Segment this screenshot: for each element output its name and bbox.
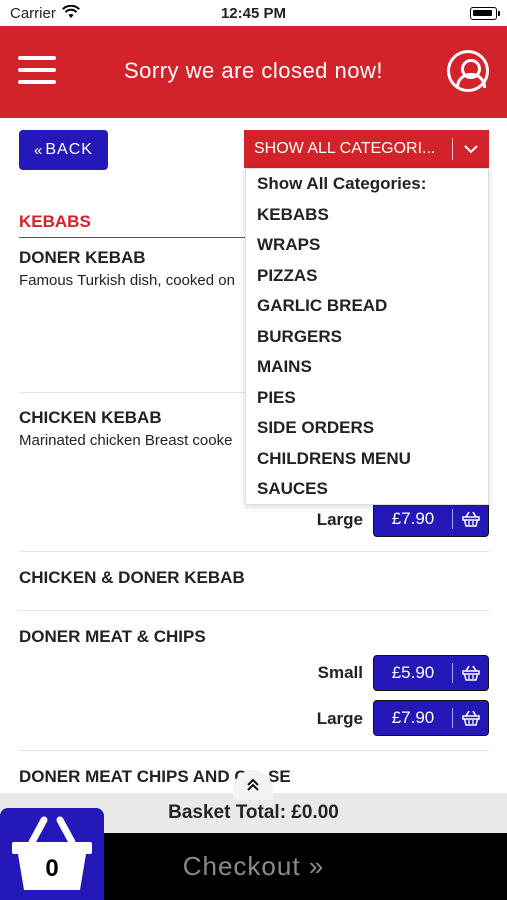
back-button[interactable]: « BACK [19,130,108,170]
menu-item-name[interactable]: CHICKEN & DONER KEBAB [19,568,245,588]
size-label: Large [316,709,363,728]
category-option[interactable]: GARLIC BREAD [246,291,488,322]
size-label: Large [316,510,363,529]
account-icon[interactable] [447,50,489,92]
category-option[interactable]: Show All Categories: [246,169,488,200]
item-divider [19,750,489,751]
menu-item-name[interactable]: DONER MEAT & CHIPS [19,627,206,647]
status-bar: Carrier 12:45 PM [0,0,507,26]
menu-item-name[interactable]: DONER MEAT CHIPS AND C [19,767,247,787]
basket-icon [453,710,488,726]
basket-icon [12,816,92,890]
category-option[interactable]: PIZZAS [246,261,488,292]
add-to-basket-button[interactable]: £7.90 [373,700,489,736]
add-to-basket-button[interactable]: £5.90 [373,655,489,691]
menu-item-name[interactable]: CHICKEN KEBAB [19,408,162,428]
section-divider [19,237,247,238]
category-select[interactable]: SHOW ALL CATEGORI... [244,130,489,168]
category-option[interactable]: SAUCES [246,474,488,505]
category-option[interactable]: CHILDRENS MENU [246,444,488,475]
category-option[interactable]: SIDE ORDERS [246,413,488,444]
header-title: Sorry we are closed now! [124,58,383,83]
clock: 12:45 PM [220,5,287,22]
chevron-down-icon [453,141,489,157]
category-option[interactable]: PIES [246,383,488,414]
price-label: £7.90 [391,708,435,727]
size-label: Small [317,663,363,682]
basket-count: 0 [45,855,59,882]
back-button-label: BACK [45,141,93,158]
category-option[interactable]: KEBABS [246,200,488,231]
double-chevron-right-icon: » [308,851,325,881]
double-chevron-left-icon: « [34,141,44,159]
category-dropdown: Show All Categories: KEBABS WRAPS PIZZAS… [245,168,489,505]
double-chevron-up-icon [247,778,259,791]
category-option[interactable]: MAINS [246,352,488,383]
menu-item-description: Famous Turkish dish, cooked on [19,272,235,289]
menu-item-description: Marinated chicken Breast cooke [19,432,233,449]
battery-icon [470,7,500,20]
price-label: £5.90 [391,663,435,682]
basket-icon [453,511,488,527]
checkout-label: Checkout [182,851,301,881]
app-header: Sorry we are closed now! [0,26,507,118]
basket-button[interactable]: 0 [0,808,104,900]
category-select-value: SHOW ALL CATEGORI... [254,140,436,157]
price-label: £7.90 [391,509,435,528]
menu-item-name[interactable]: DONER KEBAB [19,248,146,268]
category-option[interactable]: BURGERS [246,322,488,353]
basket-icon [453,665,488,681]
scroll-to-top-button[interactable] [233,770,273,800]
add-to-basket-button[interactable]: £7.90 [373,501,489,537]
item-divider [19,551,489,552]
item-divider [19,610,489,611]
category-option[interactable]: WRAPS [246,230,488,261]
section-title: KEBABS [19,212,91,231]
